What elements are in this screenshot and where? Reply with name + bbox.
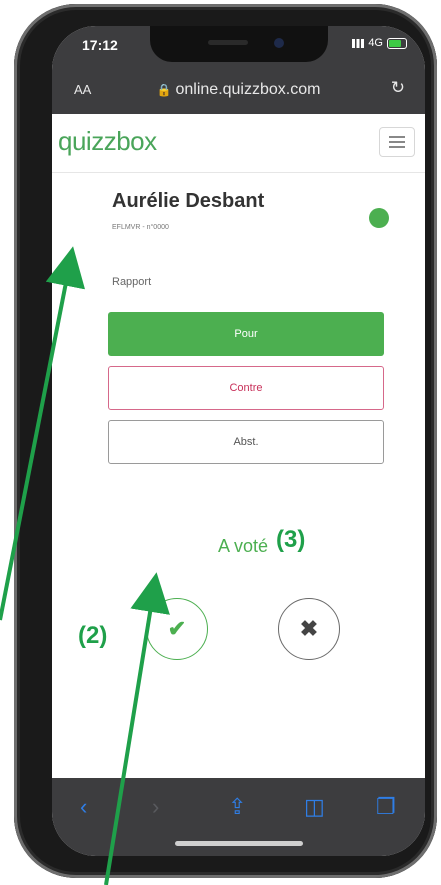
annotation-arrows [0,246,170,885]
arrow-to-confirm [104,572,170,885]
annotation-label-2: (2) [78,622,108,649]
arrow-to-pour [0,246,86,621]
annotation-label-3: (3) [276,526,306,553]
